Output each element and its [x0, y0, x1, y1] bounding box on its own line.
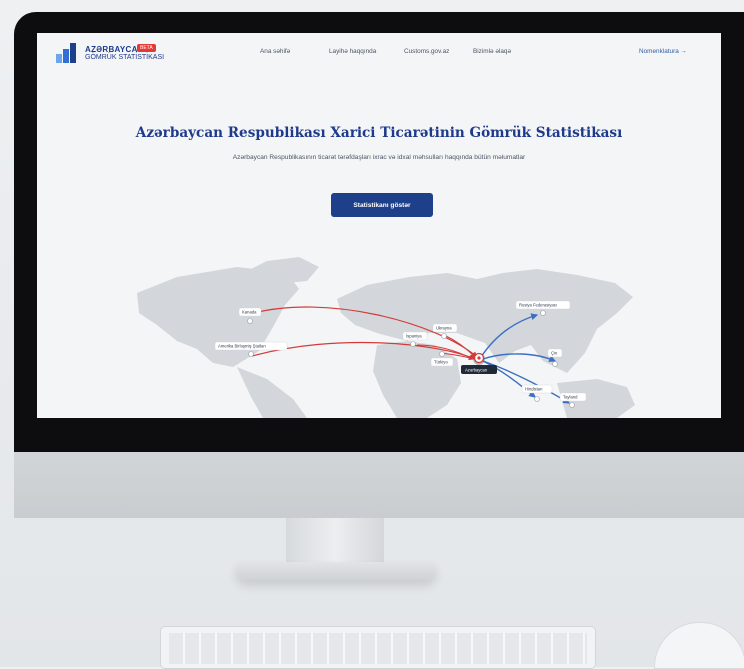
monitor-base	[236, 562, 436, 580]
nav-contact[interactable]: Bizimlə əlaqə	[473, 48, 511, 55]
nav-customs[interactable]: Customs.gov.az	[404, 48, 449, 55]
screen: AZƏRBAYCAN GÖMRÜK STATİSTİKASI BETA Ana …	[37, 33, 721, 418]
label-ukrayna: Ukrayna	[436, 326, 452, 331]
label-azerbaycan: Azərbaycan	[465, 368, 488, 373]
label-cin: Çin	[551, 351, 558, 356]
nav-nomenklatura[interactable]: Nomenklatura →	[639, 48, 687, 55]
label-tayland: Tayland	[563, 395, 578, 400]
page-subtitle: Azərbaycan Respublikasının ticarət tərəf…	[232, 154, 526, 161]
world-map: Kanada Amerika Birləşmiş Ştatları Ukrayn…	[137, 257, 635, 418]
show-statistics-button[interactable]: Statistikanı göstər	[331, 193, 433, 217]
mouse	[654, 622, 744, 669]
keyboard	[160, 626, 596, 669]
monitor-stand	[286, 518, 384, 568]
label-hindistan: Hindistan	[525, 387, 543, 392]
brand-name: AZƏRBAYCAN	[85, 45, 144, 54]
page-title: Azərbaycan Respublikası Xarici Ticarətin…	[135, 125, 623, 141]
nav-about[interactable]: Layihə haqqında	[329, 48, 376, 55]
monitor-chin	[14, 452, 744, 518]
header: AZƏRBAYCAN GÖMRÜK STATİSTİKASI BETA Ana …	[37, 33, 721, 75]
label-turkiye: Türkiyə	[434, 360, 448, 365]
logo-icon	[56, 43, 76, 63]
label-kanada: Kanada	[242, 310, 257, 315]
label-abs: Amerika Birləşmiş Ştatları	[218, 344, 266, 349]
label-rusiya: Rusiya Federasiyası	[519, 303, 557, 308]
nav-home[interactable]: Ana səhifə	[260, 48, 290, 55]
brand-subtitle: GÖMRÜK STATİSTİKASI	[85, 54, 165, 61]
beta-badge: BETA	[137, 44, 156, 52]
label-ispaniya: İspaniya	[406, 334, 422, 339]
